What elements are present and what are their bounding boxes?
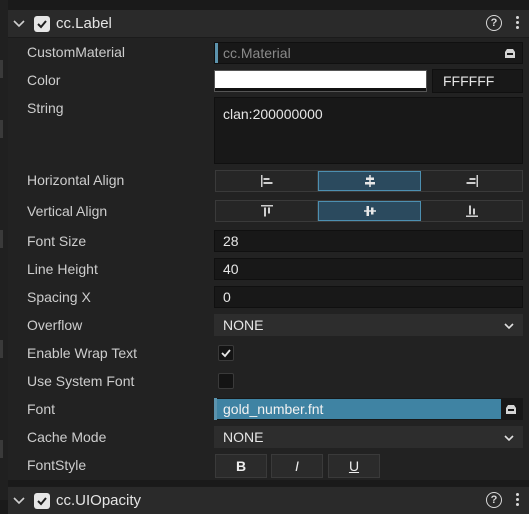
align-middle-button[interactable] [318, 201, 421, 221]
line-height-label: Line Height [27, 261, 98, 277]
spacing-x-label: Spacing X [27, 289, 91, 305]
line-height-input[interactable]: 40 [214, 258, 523, 280]
color-hex-value: FFFFFF [443, 73, 495, 89]
top-align-icon [260, 205, 273, 217]
color-hex-input[interactable]: FFFFFF [432, 69, 523, 93]
italic-button[interactable]: I [271, 454, 323, 478]
spacing-x-value: 0 [223, 289, 231, 305]
spacing-x-input[interactable]: 0 [214, 286, 523, 308]
font-style-label: FontStyle [27, 457, 87, 473]
bold-button[interactable]: B [215, 454, 267, 478]
help-icon[interactable]: ? [486, 492, 502, 508]
component-enabled-checkbox[interactable] [34, 493, 50, 509]
string-textarea[interactable]: clan:200000000 [214, 97, 523, 164]
overflow-value: NONE [223, 317, 264, 333]
align-right-button[interactable] [421, 171, 522, 191]
underline-button[interactable]: U [328, 454, 380, 478]
next-component-header[interactable]: cc.UIOpacity ? [8, 486, 529, 514]
string-value: clan:200000000 [223, 106, 323, 122]
cache-mode-select[interactable]: NONE [214, 426, 523, 448]
chevron-down-icon [504, 435, 514, 442]
font-size-input[interactable]: 28 [214, 230, 523, 252]
custom-material-field[interactable]: cc.Material [214, 42, 523, 64]
use-system-font-label: Use System Font [27, 373, 135, 389]
enable-wrap-text-label: Enable Wrap Text [27, 345, 137, 361]
horizontal-align-label: Horizontal Align [27, 172, 125, 188]
color-swatch[interactable] [214, 70, 427, 92]
chevron-down-icon[interactable] [12, 17, 26, 31]
gutter-mark [0, 340, 3, 358]
custom-material-label: CustomMaterial [27, 44, 126, 60]
enable-wrap-text-checkbox[interactable] [218, 345, 234, 361]
line-height-value: 40 [223, 261, 239, 277]
check-icon [37, 20, 47, 29]
vertical-align-control [215, 200, 523, 222]
component-header[interactable]: cc.Label ? [8, 10, 529, 38]
asset-indicator [215, 43, 218, 63]
color-label: Color [27, 72, 61, 88]
gutter-mark [0, 230, 3, 248]
align-bottom-button[interactable] [421, 201, 522, 221]
gutter-mark [0, 120, 3, 138]
left-align-icon [260, 175, 272, 187]
font-size-label: Font Size [27, 233, 87, 249]
font-asset-field[interactable]: gold_number.fnt [214, 398, 523, 420]
chevron-down-icon [504, 323, 514, 330]
overflow-select[interactable]: NONE [214, 314, 523, 336]
center-align-icon [364, 175, 375, 187]
help-icon[interactable]: ? [486, 15, 502, 31]
cache-mode-value: NONE [223, 429, 264, 445]
chevron-down-icon[interactable] [12, 494, 26, 508]
vertical-align-label: Vertical Align [27, 203, 108, 219]
gutter-mark [0, 60, 3, 78]
check-icon [37, 497, 47, 506]
right-align-icon [466, 175, 478, 187]
middle-align-icon [363, 206, 376, 216]
align-top-button[interactable] [216, 201, 318, 221]
more-options-icon[interactable] [514, 14, 520, 34]
next-component-title: cc.UIOpacity [56, 492, 142, 509]
overflow-label: Overflow [27, 317, 83, 333]
font-label: Font [27, 401, 56, 417]
component-title: cc.Label [56, 15, 112, 32]
component-enabled-checkbox[interactable] [34, 16, 50, 32]
asset-browse-icon[interactable] [504, 47, 516, 59]
cache-mode-label: Cache Mode [27, 429, 107, 445]
custom-material-value: cc.Material [223, 45, 291, 61]
use-system-font-checkbox[interactable] [218, 373, 234, 389]
check-icon [221, 349, 231, 358]
font-size-value: 28 [223, 233, 239, 249]
horizontal-align-control [215, 170, 523, 192]
asset-browse-icon[interactable] [505, 403, 517, 415]
font-value: gold_number.fnt [223, 401, 324, 417]
align-left-button[interactable] [216, 171, 318, 191]
align-center-button[interactable] [318, 171, 421, 191]
more-options-icon[interactable] [514, 491, 520, 511]
bottom-align-icon [465, 205, 478, 217]
left-gutter [0, 0, 8, 500]
string-label: String [27, 100, 64, 116]
font-asset-value-box[interactable]: gold_number.fnt [217, 399, 501, 419]
gutter-mark [0, 440, 3, 458]
